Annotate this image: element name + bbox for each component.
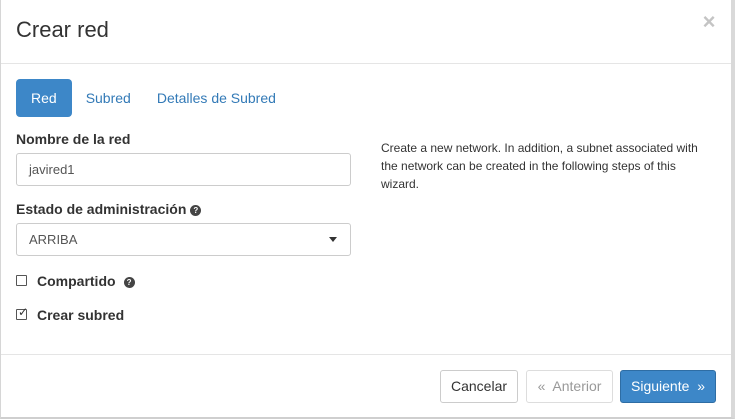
create-subnet-label: Crear subred [37, 307, 125, 323]
tab-detalles-de-subred[interactable]: Detalles de Subred [145, 79, 288, 117]
question-circle-icon[interactable]: ? [123, 276, 135, 288]
help-description: Create a new network. In addition, a sub… [381, 141, 698, 191]
previous-button[interactable]: « Anterior [526, 370, 613, 403]
network-name-label: Nombre de la red [16, 131, 131, 147]
modal-header: Crear red × [1, 0, 731, 64]
double-right-arrow-icon: » [697, 378, 705, 394]
modal-footer: Cancelar « Anterior Siguiente » [1, 354, 731, 417]
previous-button-label: Anterior [552, 378, 602, 394]
tab-red[interactable]: Red [16, 79, 72, 117]
shared-label-text: Compartido [37, 273, 116, 289]
wizard-tabs: Red Subred Detalles de Subred [16, 79, 288, 117]
admin-state-select[interactable]: ARRIBA [16, 223, 351, 256]
create-subnet-checkbox[interactable]: ✓ [16, 305, 29, 320]
network-name-value: javired1 [29, 162, 75, 177]
shared-label: Compartido? [37, 273, 135, 289]
admin-state-label: Estado de administración? [16, 201, 202, 217]
modal-title: Crear red [16, 17, 109, 42]
network-name-input[interactable]: javired1 [16, 153, 351, 186]
create-network-dialog: Crear red × Red Subred Detalles de Subre… [0, 0, 735, 419]
close-icon[interactable]: × [699, 10, 719, 34]
question-circle-icon[interactable]: ? [190, 204, 202, 216]
caret-down-icon [329, 237, 337, 242]
cancel-button[interactable]: Cancelar [440, 370, 518, 403]
next-button[interactable]: Siguiente » [620, 370, 716, 403]
tab-subred[interactable]: Subred [74, 79, 143, 117]
checkmark-icon: ✓ [18, 305, 29, 319]
double-left-arrow-icon: « [537, 378, 546, 394]
shared-checkbox[interactable] [16, 275, 27, 286]
admin-state-label-text: Estado de administración [16, 201, 187, 217]
admin-state-selected-value: ARRIBA [29, 232, 78, 247]
next-button-label: Siguiente [631, 378, 690, 394]
